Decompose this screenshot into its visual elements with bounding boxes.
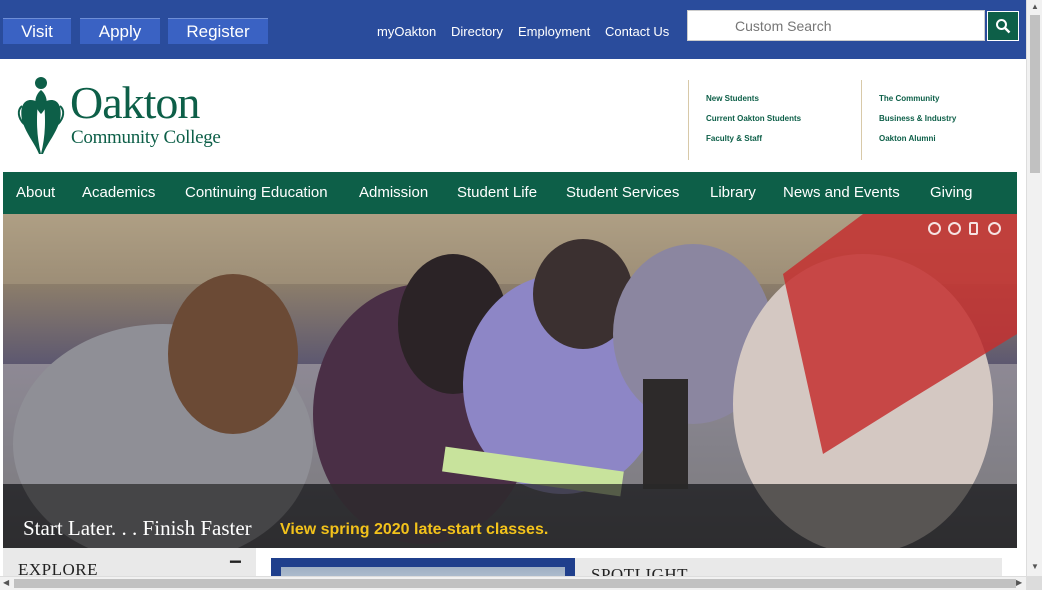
scroll-left-icon[interactable]: ◀ [3, 578, 9, 587]
alumni-link[interactable]: Oakton Alumni [879, 134, 1017, 154]
audience-links-1: New Students Current Oakton Students Fac… [688, 80, 861, 160]
explore-panel: EXPLORE − [3, 548, 256, 577]
directory-link[interactable]: Directory [451, 24, 503, 39]
scroll-right-icon[interactable]: ▶ [1016, 578, 1022, 587]
current-students-link[interactable]: Current Oakton Students [706, 114, 861, 134]
employment-link[interactable]: Employment [518, 24, 590, 39]
pause-icon[interactable] [969, 222, 978, 235]
scroll-up-icon[interactable]: ▲ [1031, 2, 1039, 11]
slide-dot-1[interactable] [928, 222, 941, 235]
nav-giving[interactable]: Giving [930, 172, 973, 214]
slide-dot-2[interactable] [948, 222, 961, 235]
spotlight-panel: SPOTLIGHT [575, 558, 1002, 577]
vertical-scrollbar[interactable]: ▲ ▼ [1026, 0, 1042, 576]
nav-news-events[interactable]: News and Events [783, 172, 900, 214]
hero-headline: Start Later. . . Finish Faster [23, 516, 252, 540]
hero-slideshow[interactable]: Start Later. . . Finish Faster View spri… [3, 214, 1017, 548]
hero-caption: Start Later. . . Finish Faster View spri… [3, 484, 1017, 548]
hero-link[interactable]: View spring 2020 late-start classes. [280, 521, 548, 539]
contact-us-link[interactable]: Contact Us [605, 24, 669, 39]
explore-title: EXPLORE [18, 560, 98, 577]
search-input[interactable] [687, 10, 985, 41]
nav-continuing-education[interactable]: Continuing Education [185, 172, 328, 214]
nav-library[interactable]: Library [710, 172, 756, 214]
logo-subtitle: Community College [71, 127, 221, 148]
nav-student-life[interactable]: Student Life [457, 172, 537, 214]
faculty-staff-link[interactable]: Faculty & Staff [706, 134, 861, 154]
scrollbar-corner [1026, 576, 1042, 590]
oak-leaf-logo [17, 77, 65, 154]
collapse-icon[interactable]: − [229, 549, 242, 575]
college-logo[interactable]: Oakton Community College [16, 76, 226, 156]
horizontal-scrollbar[interactable]: ◀ ▶ [0, 576, 1026, 590]
logo-name: Oakton [70, 77, 200, 128]
visit-button[interactable]: Visit [3, 18, 71, 44]
myoakton-link[interactable]: myOakton [377, 24, 436, 39]
nav-about[interactable]: About [16, 172, 55, 214]
new-students-link[interactable]: New Students [706, 94, 861, 114]
business-industry-link[interactable]: Business & Industry [879, 114, 1017, 134]
vertical-scroll-thumb[interactable] [1030, 15, 1040, 173]
apply-button[interactable]: Apply [80, 18, 160, 44]
nav-student-services[interactable]: Student Services [566, 172, 679, 214]
main-nav: About Academics Continuing Education Adm… [3, 172, 1017, 214]
register-button[interactable]: Register [168, 18, 268, 44]
nav-academics[interactable]: Academics [82, 172, 155, 214]
search-button[interactable] [987, 11, 1019, 41]
search-icon [996, 19, 1011, 34]
page-content: Oakton Community College New Students Cu… [3, 59, 1017, 577]
slide-dot-3[interactable] [988, 222, 1001, 235]
nav-admission[interactable]: Admission [359, 172, 428, 214]
audience-links-2: The Community Business & Industry Oakton… [861, 80, 1017, 160]
scroll-down-icon[interactable]: ▼ [1031, 562, 1039, 571]
feature-thumbnail[interactable] [271, 558, 575, 577]
horizontal-scroll-thumb[interactable] [14, 579, 1016, 588]
utility-bar: Visit Apply Register myOakton Directory … [0, 0, 1026, 59]
community-link[interactable]: The Community [879, 94, 1017, 114]
